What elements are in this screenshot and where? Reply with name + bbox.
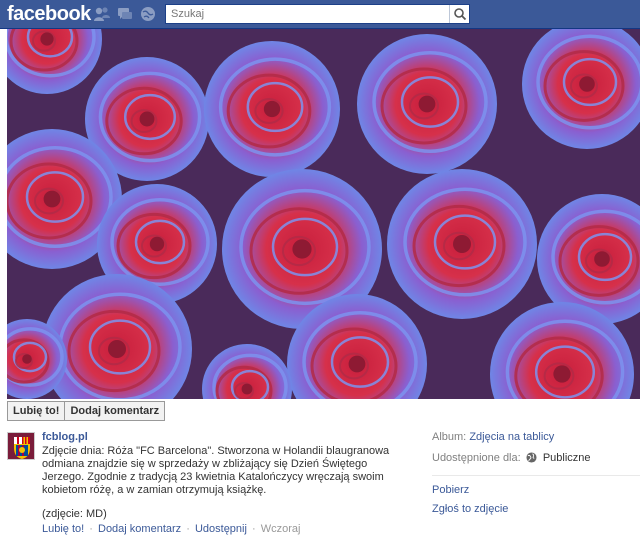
report-photo-link[interactable]: Zgłoś to zdjęcie: [432, 503, 640, 516]
separator: ·: [89, 523, 93, 535]
messages-icon[interactable]: [117, 6, 133, 22]
separator: ·: [186, 523, 190, 535]
globe-icon: [526, 452, 537, 463]
fc-barcelona-crest-icon: [8, 433, 34, 459]
search-icon: [454, 8, 467, 21]
post-caption: Zdjęcie dnia: Róża "FC Barcelona". Stwor…: [42, 445, 390, 496]
post-body: fcblog.pl Zdjęcie dnia: Róża "FC Barcelo…: [42, 430, 412, 536]
top-bar: facebook: [0, 0, 640, 29]
avatar[interactable]: [7, 432, 35, 460]
like-button[interactable]: Lubię to!: [8, 402, 64, 420]
photo-meta-panel: Album: Zdjęcia na tablicy Udostępnione d…: [432, 431, 640, 522]
blue-red-roses-photo: [7, 29, 640, 399]
album-label: Album:: [432, 431, 467, 443]
facebook-logo[interactable]: facebook: [7, 3, 91, 26]
like-link[interactable]: Lubię to!: [42, 523, 84, 535]
privacy-value[interactable]: Publiczne: [543, 452, 591, 464]
album-row: Album: Zdjęcia na tablicy: [432, 431, 640, 444]
album-link[interactable]: Zdjęcia na tablicy: [469, 431, 554, 443]
separator: ·: [252, 523, 256, 535]
post-actions: Lubię to! · Dodaj komentarz · Udostępnij…: [42, 523, 412, 536]
notifications-icon[interactable]: [140, 6, 156, 22]
post-timestamp[interactable]: Wczoraj: [261, 523, 301, 535]
photo-action-bar: Lubię to! Dodaj komentarz: [7, 401, 166, 421]
search-box: [165, 4, 470, 24]
search-input[interactable]: [166, 5, 446, 23]
search-button[interactable]: [449, 5, 469, 23]
shared-with-label: Udostępnione dla:: [432, 452, 521, 464]
comment-link[interactable]: Dodaj komentarz: [98, 523, 181, 535]
photo-viewer[interactable]: [7, 29, 640, 399]
post-author-link[interactable]: fcblog.pl: [42, 430, 412, 444]
friend-requests-icon[interactable]: [93, 6, 110, 22]
share-link[interactable]: Udostępnij: [195, 523, 247, 535]
download-link[interactable]: Pobierz: [432, 484, 640, 497]
privacy-row: Udostępnione dla: Publiczne: [432, 452, 640, 465]
photo-credit: (zdjęcie: MD): [42, 508, 107, 520]
add-comment-button[interactable]: Dodaj komentarz: [64, 402, 164, 420]
divider: [432, 475, 640, 476]
